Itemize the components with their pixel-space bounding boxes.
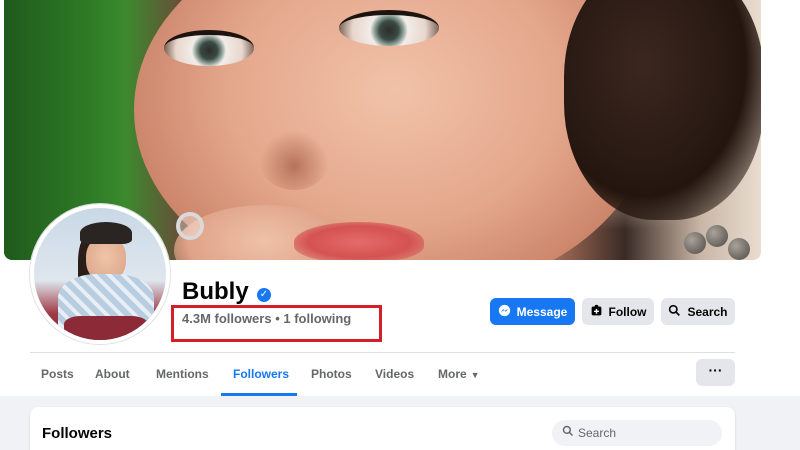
- cover-lips-shape: [294, 222, 424, 260]
- cover-eye-left: [164, 30, 254, 66]
- tab-about[interactable]: About: [95, 367, 130, 381]
- profile-avatar[interactable]: [30, 204, 170, 344]
- follow-button[interactable]: Follow: [582, 298, 654, 325]
- tab-posts[interactable]: Posts: [41, 367, 74, 381]
- tab-more[interactable]: More ▼: [438, 367, 480, 381]
- message-button-label: Message: [516, 304, 568, 319]
- tab-mentions[interactable]: Mentions: [156, 367, 209, 381]
- profile-name: Bubly: [182, 278, 249, 305]
- tab-photos[interactable]: Photos: [311, 367, 352, 381]
- more-options-button[interactable]: ···: [696, 359, 735, 386]
- cover-necklace-bead: [706, 225, 728, 247]
- messenger-icon: [498, 304, 511, 319]
- search-button[interactable]: Search: [661, 298, 735, 325]
- search-icon: [562, 425, 574, 440]
- cover-necklace-bead: [684, 232, 706, 254]
- avatar-hat: [80, 222, 132, 244]
- tab-followers[interactable]: Followers: [233, 367, 289, 381]
- cover-ring: [176, 212, 204, 240]
- tab-more-label: More: [438, 367, 467, 381]
- followers-section-title: Followers: [42, 425, 113, 442]
- follower-stats[interactable]: 4.3M followers • 1 following: [182, 311, 351, 326]
- caret-down-icon: ▼: [470, 370, 480, 380]
- verified-badge-icon: ✓: [257, 288, 271, 302]
- message-button[interactable]: Message: [490, 298, 575, 325]
- follow-icon: [590, 304, 603, 319]
- avatar-skirt: [64, 316, 148, 340]
- follow-button-label: Follow: [608, 304, 647, 319]
- cover-necklace-bead: [728, 238, 750, 260]
- tabs-divider: [30, 352, 735, 353]
- cover-hair-shape: [564, 0, 761, 220]
- search-icon: [668, 304, 681, 319]
- tab-videos[interactable]: Videos: [375, 367, 414, 381]
- cover-eye-right: [339, 10, 439, 46]
- followers-search-placeholder: Search: [578, 426, 617, 440]
- followers-search-input[interactable]: Search: [552, 420, 722, 446]
- cover-nose-shape: [259, 130, 329, 190]
- ellipsis-icon: ···: [708, 362, 723, 378]
- search-button-label: Search: [687, 304, 728, 319]
